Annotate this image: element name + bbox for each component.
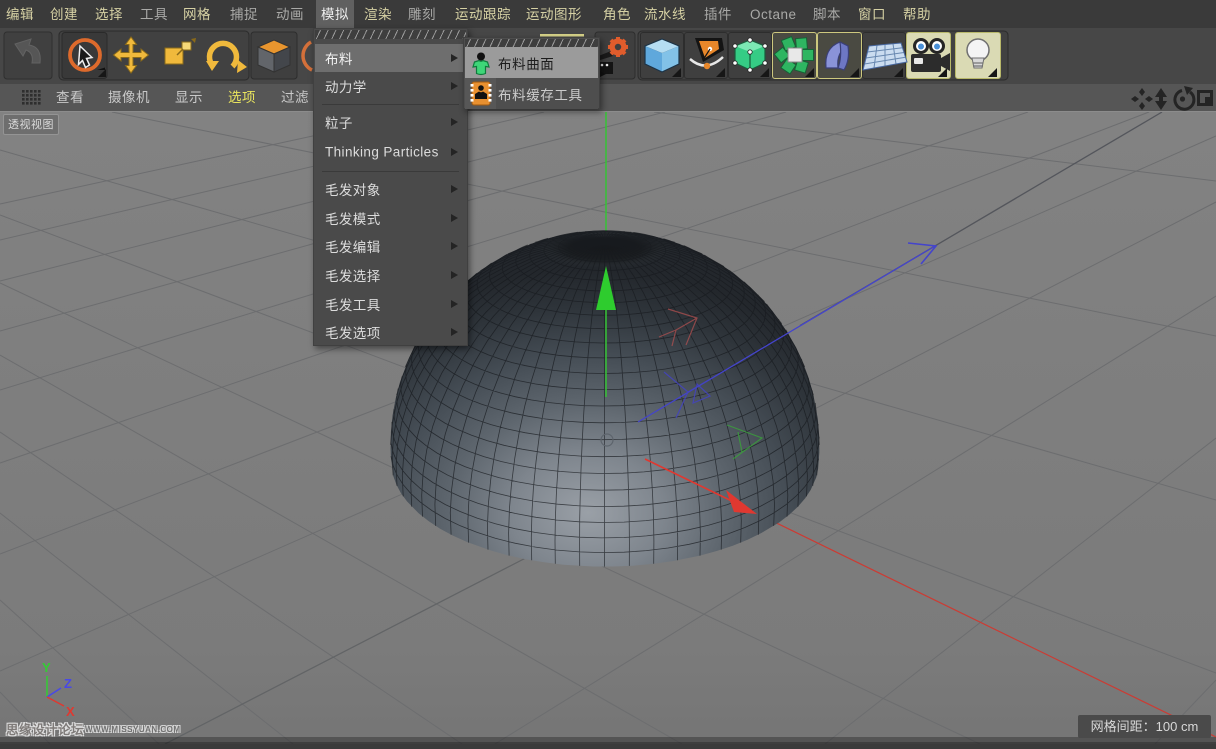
svg-text:X: X [66,704,75,719]
svg-text:Z: Z [64,676,72,691]
svg-text:Y: Y [42,660,51,675]
